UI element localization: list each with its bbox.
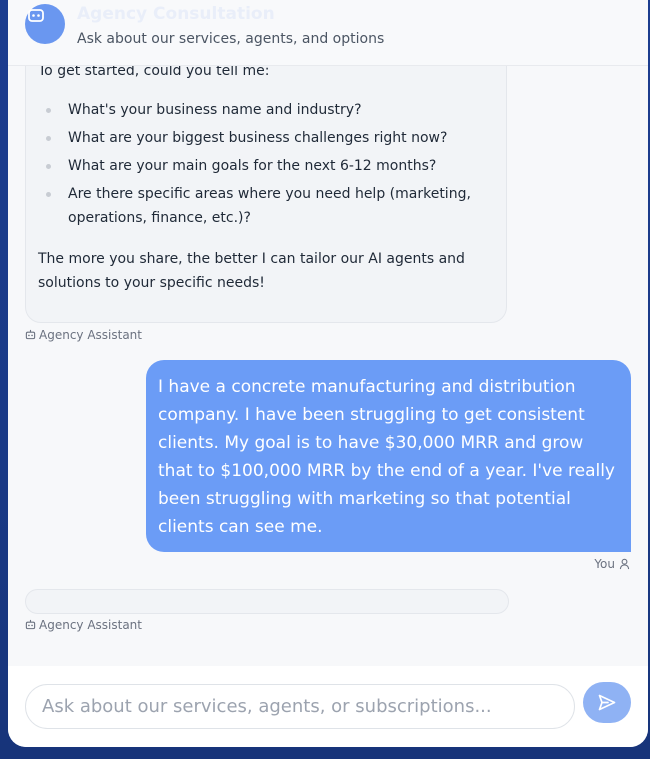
user-message-text: I have a concrete manufacturing and dist… <box>158 377 615 537</box>
user-message-bubble: I have a concrete manufacturing and dist… <box>146 360 631 552</box>
page-subtitle: Ask about our services, agents, and opti… <box>77 31 385 47</box>
robot-icon <box>28 9 44 22</box>
assistant-loading-bubble <box>25 589 509 614</box>
bullet-icon <box>46 164 51 169</box>
bullet-icon <box>46 136 51 141</box>
assistant-sender-label: Agency Assistant <box>25 618 142 632</box>
bullet-icon <box>46 108 51 113</box>
chat-header: Agency Consultation Ask about our servic… <box>8 0 648 66</box>
robot-icon <box>25 619 36 630</box>
chat-panel: To get started, could you tell me: What'… <box>8 0 648 747</box>
assistant-outro-text: The more you share, the better I can tai… <box>38 251 465 291</box>
user-icon <box>619 558 630 570</box>
avatar <box>25 4 65 44</box>
robot-icon <box>25 329 36 340</box>
message-input[interactable] <box>25 684 575 729</box>
composer <box>8 666 648 747</box>
page-title: Agency Consultation <box>77 4 275 24</box>
assistant-sender-label: Agency Assistant <box>25 328 142 342</box>
send-button[interactable] <box>583 682 631 723</box>
send-icon <box>598 694 616 711</box>
message-list[interactable]: To get started, could you tell me: What'… <box>8 0 648 666</box>
bullet-icon <box>46 192 51 197</box>
user-sender-label: You <box>594 557 630 571</box>
